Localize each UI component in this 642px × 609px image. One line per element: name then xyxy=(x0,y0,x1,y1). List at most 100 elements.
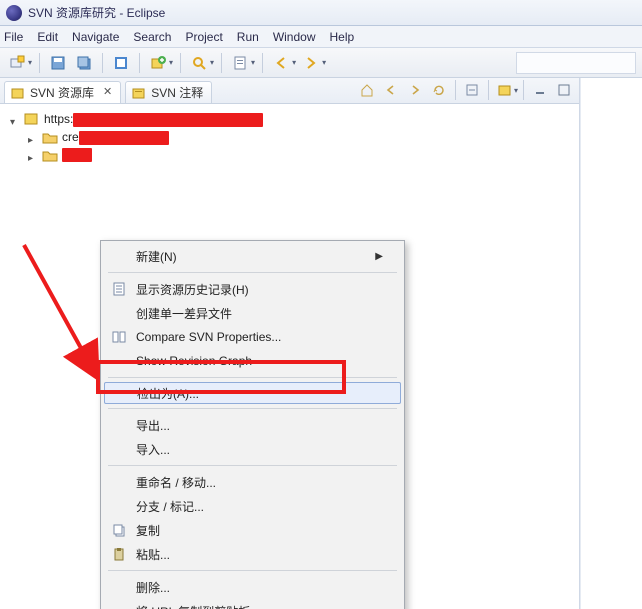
menu-item[interactable]: 将 URL 复制到剪贴板 xyxy=(104,599,401,609)
menu-item[interactable]: 导出... xyxy=(104,413,401,437)
menu-item[interactable]: 分支 / 标记... xyxy=(104,494,401,518)
save-all-button[interactable] xyxy=(73,52,95,74)
tab-svn-repo[interactable]: SVN 资源库 ✕ xyxy=(4,81,121,103)
svn-repo-view: SVN 资源库 ✕ SVN 注释 ▾ xyxy=(0,78,580,609)
tree-collapsed-icon[interactable]: ▸ xyxy=(28,150,38,160)
open-type-button[interactable] xyxy=(110,52,132,74)
menu-separator xyxy=(108,272,397,273)
blank-icon xyxy=(110,304,128,322)
toolbar-separator xyxy=(488,80,489,100)
blank-icon xyxy=(110,440,128,458)
svn-repo-icon xyxy=(11,86,25,100)
menu-separator xyxy=(108,408,397,409)
open-task-button[interactable] xyxy=(229,52,251,74)
maximize-view-button[interactable] xyxy=(553,79,575,101)
search-button[interactable] xyxy=(188,52,210,74)
menu-item-label: 删除... xyxy=(136,579,383,596)
close-icon[interactable]: ✕ xyxy=(103,87,112,98)
menu-item-label: 显示资源历史记录(H) xyxy=(136,281,383,298)
collapse-all-button[interactable] xyxy=(461,79,483,101)
tab-label: SVN 注释 xyxy=(151,84,203,101)
blank-icon xyxy=(110,602,128,609)
svn-icon[interactable] xyxy=(494,79,516,101)
chevron-down-icon[interactable]: ▾ xyxy=(514,86,518,95)
tab-label: SVN 资源库 xyxy=(30,84,94,101)
menu-item[interactable]: 粘贴... xyxy=(104,542,401,566)
save-button[interactable] xyxy=(47,52,69,74)
menu-item-label: 分支 / 标记... xyxy=(136,498,383,515)
svn-add-repo-button[interactable] xyxy=(147,52,169,74)
tree-item[interactable]: ▸ cre xyxy=(6,128,573,146)
toolbar-separator xyxy=(455,80,456,100)
menu-separator xyxy=(108,570,397,571)
menu-item-label: 检出为(A)... xyxy=(137,385,382,402)
blank-icon xyxy=(110,578,128,596)
home-button[interactable] xyxy=(356,79,378,101)
view-tabbar: SVN 资源库 ✕ SVN 注释 ▾ xyxy=(0,78,579,104)
blank-icon xyxy=(110,416,128,434)
tree-root[interactable]: ▾ https: xyxy=(6,110,573,128)
window-titlebar: SVN 资源库研究 - Eclipse xyxy=(0,0,642,26)
nav-back-button[interactable] xyxy=(270,52,292,74)
chevron-down-icon[interactable]: ▾ xyxy=(169,58,173,67)
window-title: SVN 资源库研究 - Eclipse xyxy=(28,0,165,26)
folder-icon xyxy=(42,130,58,144)
repo-url-prefix: https: xyxy=(44,112,73,126)
menu-item-label: 复制 xyxy=(136,522,383,539)
toolbar-separator xyxy=(221,53,222,73)
toolbar-separator xyxy=(180,53,181,73)
chevron-down-icon[interactable]: ▾ xyxy=(322,58,326,67)
refresh-button[interactable] xyxy=(428,79,450,101)
menu-item[interactable]: Show Revision Graph xyxy=(104,349,401,373)
menu-run[interactable]: Run xyxy=(237,26,259,47)
nav-fwd-small[interactable] xyxy=(404,79,426,101)
context-menu: 新建(N)▶ 显示资源历史记录(H) 创建单一差异文件 Compare SVN Pro… xyxy=(100,240,405,609)
editor-area xyxy=(580,78,642,609)
nav-back-small[interactable] xyxy=(380,79,402,101)
new-project-button[interactable] xyxy=(6,52,28,74)
toolbar-separator xyxy=(102,53,103,73)
nav-forward-button[interactable] xyxy=(300,52,322,74)
tree-collapsed-icon[interactable]: ▸ xyxy=(28,132,38,142)
toolbar-separator xyxy=(523,80,524,100)
menu-separator xyxy=(108,377,397,378)
menu-item[interactable]: Compare SVN Properties... xyxy=(104,325,401,349)
tree-item[interactable]: ▸ xyxy=(6,146,573,164)
menu-item-label: 创建单一差异文件 xyxy=(136,305,383,322)
menu-edit[interactable]: Edit xyxy=(37,26,58,47)
menu-window[interactable]: Window xyxy=(273,26,316,47)
menu-item[interactable]: 显示资源历史记录(H) xyxy=(104,277,401,301)
menu-item-label: 导出... xyxy=(136,417,383,434)
repo-url: https: xyxy=(44,110,263,128)
menu-item-label: 粘贴... xyxy=(136,546,383,563)
menu-separator xyxy=(108,465,397,466)
menu-item[interactable]: 导入... xyxy=(104,437,401,461)
folder-label: cre xyxy=(62,128,169,146)
menu-project[interactable]: Project xyxy=(185,26,222,47)
menu-item[interactable]: 删除... xyxy=(104,575,401,599)
menu-item[interactable]: 新建(N)▶ xyxy=(104,244,401,268)
history-icon xyxy=(110,280,128,298)
menu-item[interactable]: 检出为(A)... xyxy=(104,382,401,404)
tab-svn-annotate[interactable]: SVN 注释 xyxy=(125,81,212,103)
menu-item-label: 新建(N) xyxy=(136,248,367,265)
tree-expanded-icon[interactable]: ▾ xyxy=(10,114,20,124)
perspective-switcher[interactable] xyxy=(516,52,636,74)
menu-file[interactable]: File xyxy=(4,26,23,47)
minimize-view-button[interactable] xyxy=(529,79,551,101)
menu-item[interactable]: 重命名 / 移动... xyxy=(104,470,401,494)
chevron-down-icon[interactable]: ▾ xyxy=(251,58,255,67)
compare-icon xyxy=(110,328,128,346)
menu-item[interactable]: 创建单一差异文件 xyxy=(104,301,401,325)
menu-navigate[interactable]: Navigate xyxy=(72,26,119,47)
chevron-down-icon[interactable]: ▾ xyxy=(210,58,214,67)
menu-help[interactable]: Help xyxy=(330,26,355,47)
chevron-down-icon[interactable]: ▾ xyxy=(28,58,32,67)
menu-search[interactable]: Search xyxy=(133,26,171,47)
chevron-down-icon[interactable]: ▾ xyxy=(292,58,296,67)
blank-icon xyxy=(110,352,128,370)
menu-item-label: 将 URL 复制到剪贴板 xyxy=(136,603,383,609)
blank-icon xyxy=(110,247,128,265)
blank-icon xyxy=(110,497,128,515)
menu-item[interactable]: 复制 xyxy=(104,518,401,542)
